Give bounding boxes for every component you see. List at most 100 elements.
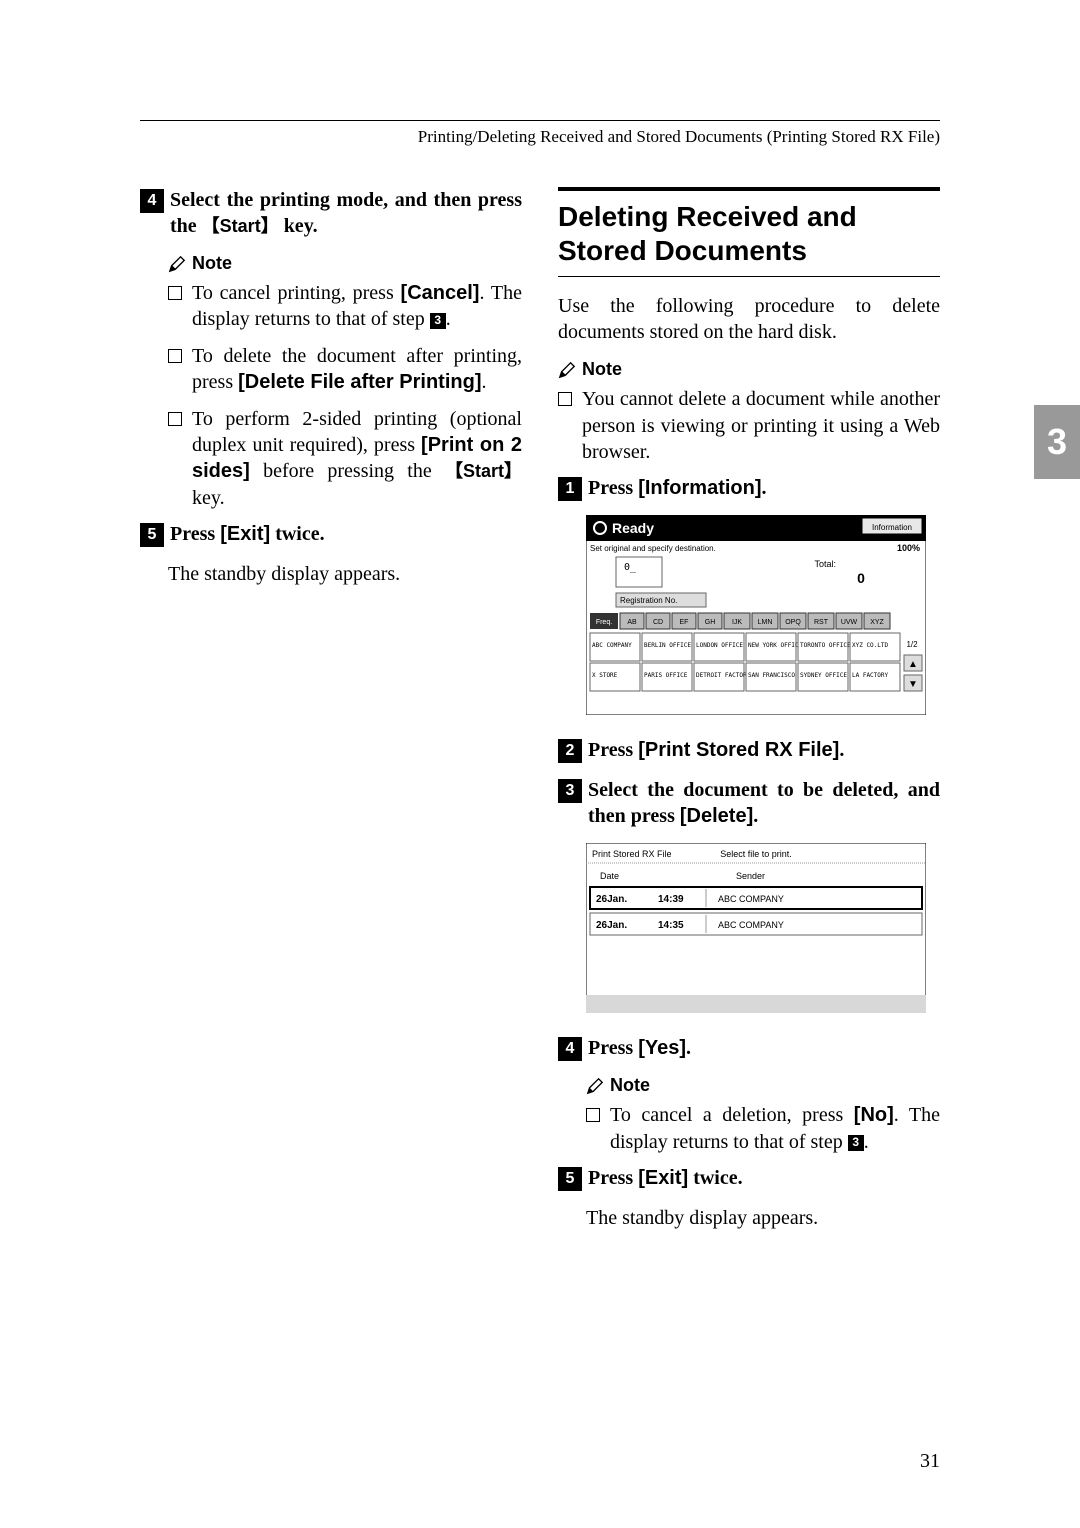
right-column: Deleting Received and Stored Documents U…	[558, 187, 940, 1245]
step-number-icon: 1	[558, 477, 582, 501]
section-title: Deleting Received and Stored Documents	[558, 187, 940, 277]
pencil-icon	[586, 1077, 604, 1095]
list-item: You cannot delete a document while anoth…	[558, 386, 940, 465]
step-text: Press [Information].	[588, 475, 767, 501]
svg-text:NEW YORK OFFICE: NEW YORK OFFICE	[748, 642, 803, 649]
text: .	[762, 477, 767, 499]
step-text: Select the printing mode, and then press…	[170, 187, 522, 239]
text: You cannot delete a document while anoth…	[582, 386, 940, 465]
step-number-icon: 2	[558, 739, 582, 763]
svg-text:0_: 0_	[624, 562, 637, 573]
svg-text:ABC COMPANY: ABC COMPANY	[718, 920, 784, 930]
start-key: Start	[202, 215, 279, 238]
step-ref-icon: 3	[848, 1135, 864, 1151]
step-number-icon: 5	[140, 523, 164, 547]
text: .	[753, 805, 758, 827]
pencil-icon	[168, 255, 186, 273]
step-4b: 4 Press [Yes].	[558, 1035, 940, 1061]
text: .	[481, 371, 486, 393]
print-stored-rx-label: [Print Stored RX File]	[638, 739, 839, 761]
bullet-icon	[168, 412, 182, 426]
step-text: Press [Exit] twice.	[170, 521, 325, 547]
svg-text:Information: Information	[872, 523, 912, 532]
note-label: Note	[610, 1075, 650, 1096]
bullet-icon	[168, 286, 182, 300]
step-5: 5 Press [Exit] twice.	[140, 521, 522, 547]
text: Press	[588, 477, 638, 499]
list-item: To cancel a deletion, press [No]. The di…	[586, 1102, 940, 1155]
step-text: Press [Print Stored RX File].	[588, 737, 844, 763]
step-number-icon: 4	[558, 1037, 582, 1061]
svg-text:OPQ: OPQ	[785, 619, 801, 626]
svg-text:LONDON OFFICE: LONDON OFFICE	[696, 642, 743, 649]
step-number-icon: 5	[558, 1167, 582, 1191]
step-1: 1 Press [Information].	[558, 475, 940, 501]
svg-text:Date: Date	[600, 871, 619, 881]
step-4: 4 Select the printing mode, and then pre…	[140, 187, 522, 239]
intro-text: Use the following procedure to delete do…	[558, 293, 940, 345]
start-key: Start	[445, 460, 522, 484]
svg-text:Freq.: Freq.	[596, 619, 612, 626]
note-label: Note	[192, 253, 232, 274]
svg-text:Sender: Sender	[736, 871, 765, 881]
bullet-icon	[168, 349, 182, 363]
left-column: 4 Select the printing mode, and then pre…	[140, 187, 522, 1245]
step-ref-icon: 3	[430, 313, 446, 329]
svg-text:XYZ: XYZ	[870, 619, 884, 626]
svg-text:GH: GH	[705, 619, 716, 626]
page-number: 31	[920, 1450, 940, 1473]
text: Press	[588, 739, 638, 761]
standby-text: The standby display appears.	[586, 1205, 940, 1231]
svg-text:Total:: Total:	[814, 559, 836, 569]
bullet-icon	[586, 1108, 600, 1122]
svg-text:▼: ▼	[908, 679, 918, 690]
text: .	[446, 308, 451, 330]
svg-text:1/2: 1/2	[906, 640, 918, 649]
text: .	[686, 1037, 691, 1059]
svg-text:XYZ CO.LTD: XYZ CO.LTD	[852, 642, 889, 649]
text: before pressing the	[250, 460, 445, 482]
svg-text:Registration No.: Registration No.	[620, 596, 677, 605]
list-item: To delete the document after printing, p…	[168, 343, 522, 396]
text: key.	[192, 487, 225, 509]
note-label: Note	[582, 359, 622, 380]
note-heading: Note	[586, 1075, 940, 1096]
svg-text:DETROIT FACTORY: DETROIT FACTORY	[696, 672, 751, 679]
exit-label: [Exit]	[220, 523, 270, 545]
svg-text:Set original and specify desti: Set original and specify destination.	[590, 544, 716, 553]
step-3: 3 Select the document to be deleted, and…	[558, 777, 940, 829]
bullet-icon	[558, 392, 572, 406]
svg-text:IJK: IJK	[732, 619, 742, 626]
text: twice.	[688, 1167, 742, 1189]
pencil-icon	[558, 361, 576, 379]
svg-text:100%: 100%	[897, 543, 920, 553]
step-number-icon: 3	[558, 779, 582, 803]
no-label: [No]	[854, 1104, 894, 1126]
yes-label: [Yes]	[638, 1037, 686, 1059]
svg-text:26Jan.: 26Jan.	[596, 920, 627, 931]
list-item: To perform 2-sided printing (optional du…	[168, 406, 522, 512]
svg-text:Ready: Ready	[612, 520, 654, 536]
svg-text:SYDNEY OFFICE: SYDNEY OFFICE	[800, 672, 847, 679]
text: To cancel a deletion, press	[610, 1104, 854, 1126]
svg-text:▲: ▲	[908, 659, 918, 670]
list-item: To cancel printing, press [Cancel]. The …	[168, 280, 522, 333]
note-list: To cancel printing, press [Cancel]. The …	[168, 280, 522, 511]
standby-text: The standby display appears.	[168, 561, 522, 587]
svg-text:0: 0	[857, 570, 865, 586]
text: To cancel printing, press	[192, 282, 401, 304]
text: Press	[588, 1167, 638, 1189]
svg-text:Print Stored RX File: Print Stored RX File	[592, 849, 672, 859]
svg-text:BERLIN OFFICE: BERLIN OFFICE	[644, 642, 691, 649]
note-list: To cancel a deletion, press [No]. The di…	[586, 1102, 940, 1155]
text: Press	[170, 523, 220, 545]
lcd-screenshot-filelist: Print Stored RX File Select file to prin…	[586, 843, 926, 1013]
svg-text:26Jan.: 26Jan.	[596, 894, 627, 905]
delete-after-print-label: [Delete File after Printing]	[238, 371, 481, 393]
step-text: Press [Yes].	[588, 1035, 691, 1061]
text: .	[839, 739, 844, 761]
svg-text:14:35: 14:35	[658, 920, 684, 931]
information-label: [Information]	[638, 477, 761, 499]
svg-text:PARIS OFFICE: PARIS OFFICE	[644, 672, 688, 679]
note-heading: Note	[168, 253, 522, 274]
